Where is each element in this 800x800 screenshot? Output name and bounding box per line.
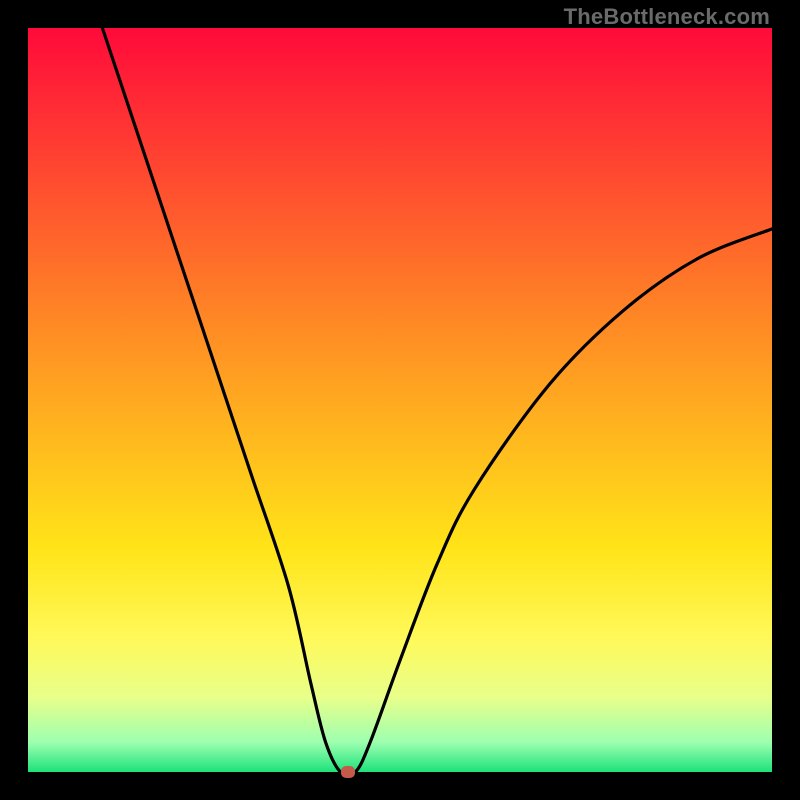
- curve-svg: [28, 28, 772, 772]
- watermark-text: TheBottleneck.com: [564, 4, 770, 30]
- chart-frame: TheBottleneck.com: [0, 0, 800, 800]
- optimal-point-marker: [341, 766, 355, 778]
- bottleneck-curve: [102, 28, 772, 772]
- plot-area: [28, 28, 772, 772]
